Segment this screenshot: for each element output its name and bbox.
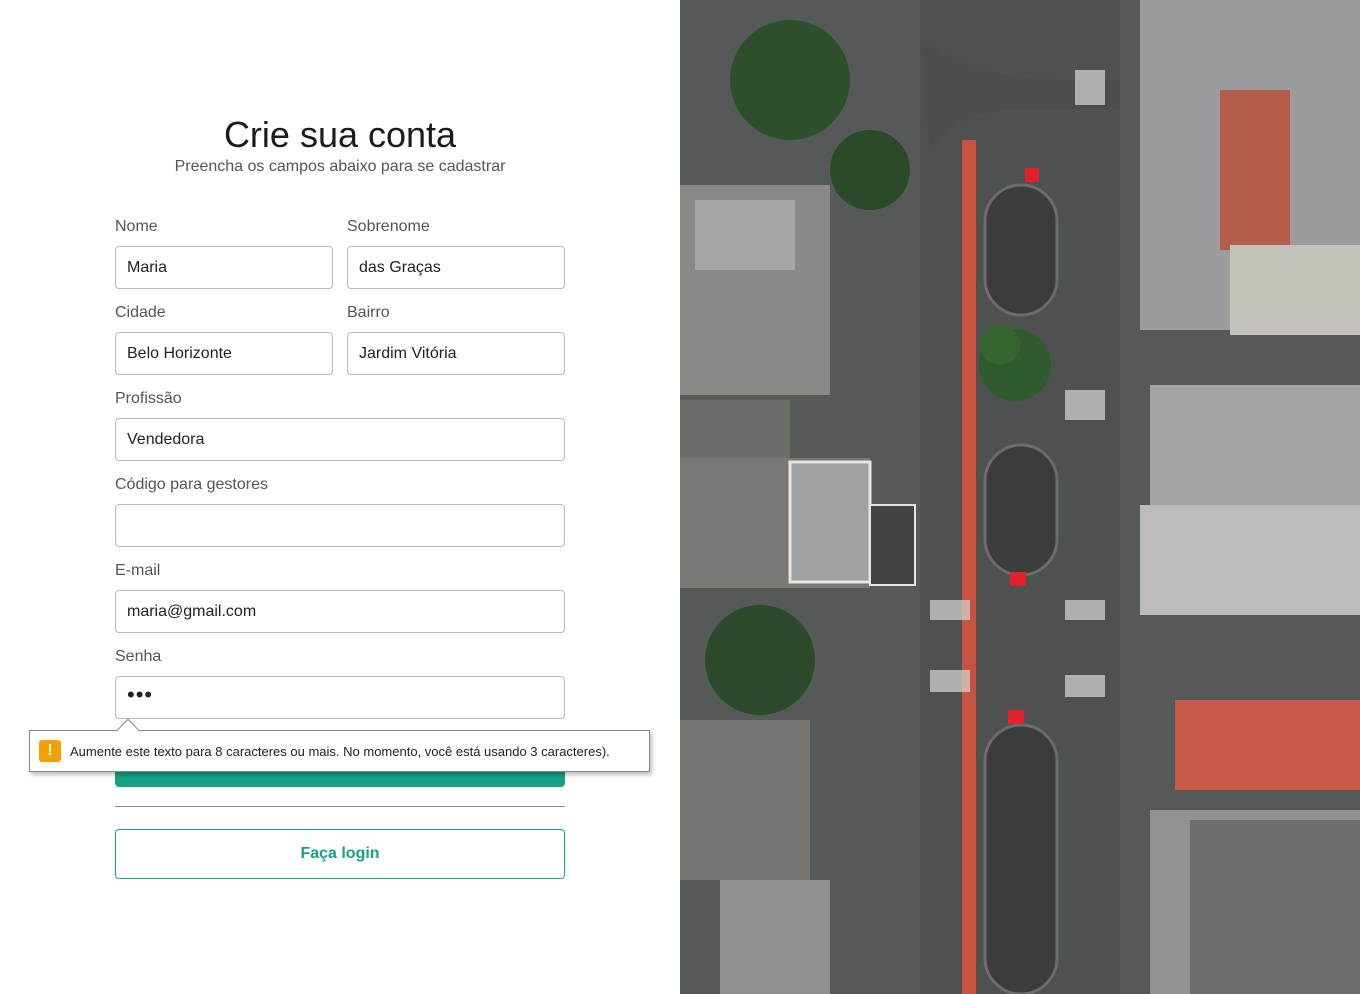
codigo-input[interactable] [115,504,565,547]
divider [115,806,565,807]
city-aerial-photo [680,0,1360,994]
aerial-city-illustration [680,0,1360,994]
login-button[interactable]: Faça login [115,829,565,879]
cidade-label: Cidade [115,304,166,321]
page-subtitle: Preencha os campos abaixo para se cadast… [174,158,506,175]
cidade-input[interactable]: Belo Horizonte [115,332,333,375]
validation-message: Aumente este texto para 8 caracteres ou … [70,744,610,759]
senha-label: Senha [115,648,162,665]
bairro-input[interactable]: Jardim Vitória [347,332,565,375]
email-input[interactable]: maria@gmail.com [115,590,565,633]
profissao-label: Profissão [115,390,182,407]
codigo-label: Código para gestores [115,476,268,493]
tooltip-arrow [116,718,140,742]
signup-panel: Crie sua conta Preencha os campos abaixo… [0,0,680,994]
validation-tooltip: ! Aumente este texto para 8 caracteres o… [29,718,650,772]
sobrenome-input[interactable]: das Graças [347,246,565,289]
nome-input[interactable]: Maria [115,246,333,289]
email-label: E-mail [115,562,161,579]
sobrenome-label: Sobrenome [347,218,430,235]
profissao-input[interactable]: Vendedora [115,418,565,461]
nome-label: Nome [115,218,158,235]
warning-icon: ! [39,740,61,762]
bairro-label: Bairro [347,304,390,321]
page-title: Crie sua conta [223,114,457,155]
senha-input[interactable]: ••• [115,676,565,719]
